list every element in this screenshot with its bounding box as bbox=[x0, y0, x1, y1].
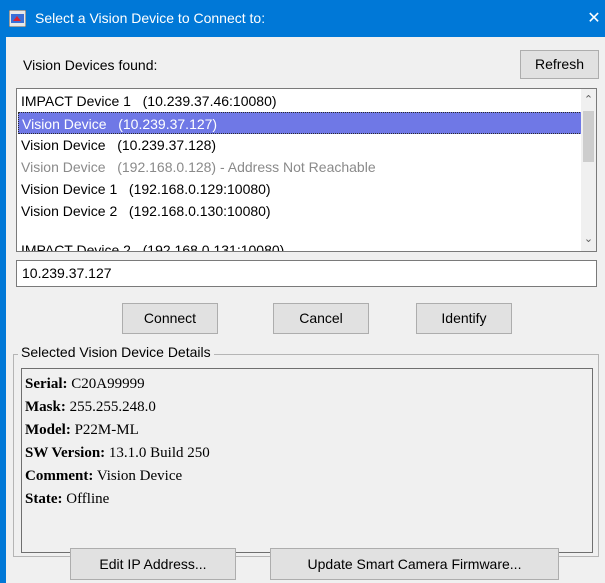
vision-app-icon bbox=[9, 10, 26, 27]
detail-model: Model: P22M-ML bbox=[25, 422, 139, 438]
scroll-up-icon[interactable]: ⌃ bbox=[581, 92, 596, 109]
update-firmware-button[interactable]: Update Smart Camera Firmware... bbox=[270, 548, 559, 580]
cancel-button[interactable]: Cancel bbox=[273, 303, 369, 334]
scroll-thumb[interactable] bbox=[583, 111, 594, 162]
device-row-partial[interactable]: IMPACT Device 2 (192.168.0.131:10080) bbox=[18, 239, 590, 251]
address-input[interactable]: 10.239.37.127 bbox=[16, 260, 597, 287]
detail-comment: Comment: Vision Device bbox=[25, 468, 183, 484]
device-row[interactable]: Vision Device 1 (192.168.0.129:10080) bbox=[18, 178, 590, 200]
device-details-panel: Serial: C20A99999 Mask: 255.255.248.0 Mo… bbox=[21, 368, 593, 553]
device-list[interactable]: IMPACT Device 1 (10.239.37.46:10080) Vis… bbox=[16, 88, 597, 252]
scroll-down-icon[interactable]: ⌄ bbox=[581, 231, 596, 248]
device-row-selected[interactable]: Vision Device (10.239.37.127) bbox=[18, 112, 590, 134]
close-icon[interactable]: ✕ bbox=[583, 0, 605, 37]
window-title: Select a Vision Device to Connect to: bbox=[35, 10, 266, 26]
detail-serial: Serial: C20A99999 bbox=[25, 376, 145, 392]
device-row[interactable]: IMPACT Device 1 (10.239.37.46:10080) bbox=[18, 90, 590, 112]
device-row[interactable]: Vision Device (10.239.37.128) bbox=[18, 134, 590, 156]
window-frame-left bbox=[0, 37, 6, 583]
detail-sw-version: SW Version: 13.1.0 Build 250 bbox=[25, 445, 210, 461]
device-row-unreachable[interactable]: Vision Device (192.168.0.128) - Address … bbox=[18, 156, 590, 178]
identify-button[interactable]: Identify bbox=[416, 303, 512, 334]
detail-state: State: Offline bbox=[25, 491, 110, 507]
edit-ip-button[interactable]: Edit IP Address... bbox=[70, 548, 236, 580]
device-row[interactable]: Vision Device 2 (192.168.0.130:10080) bbox=[18, 200, 590, 222]
devices-found-label: Vision Devices found: bbox=[23, 57, 158, 73]
details-group-title: Selected Vision Device Details bbox=[18, 344, 214, 360]
detail-mask: Mask: 255.255.248.0 bbox=[25, 399, 156, 415]
device-list-scrollbar[interactable]: ⌃ ⌄ bbox=[581, 89, 596, 251]
title-bar: Select a Vision Device to Connect to: ✕ bbox=[0, 0, 605, 37]
connect-button[interactable]: Connect bbox=[122, 303, 218, 334]
refresh-button[interactable]: Refresh bbox=[520, 50, 599, 79]
